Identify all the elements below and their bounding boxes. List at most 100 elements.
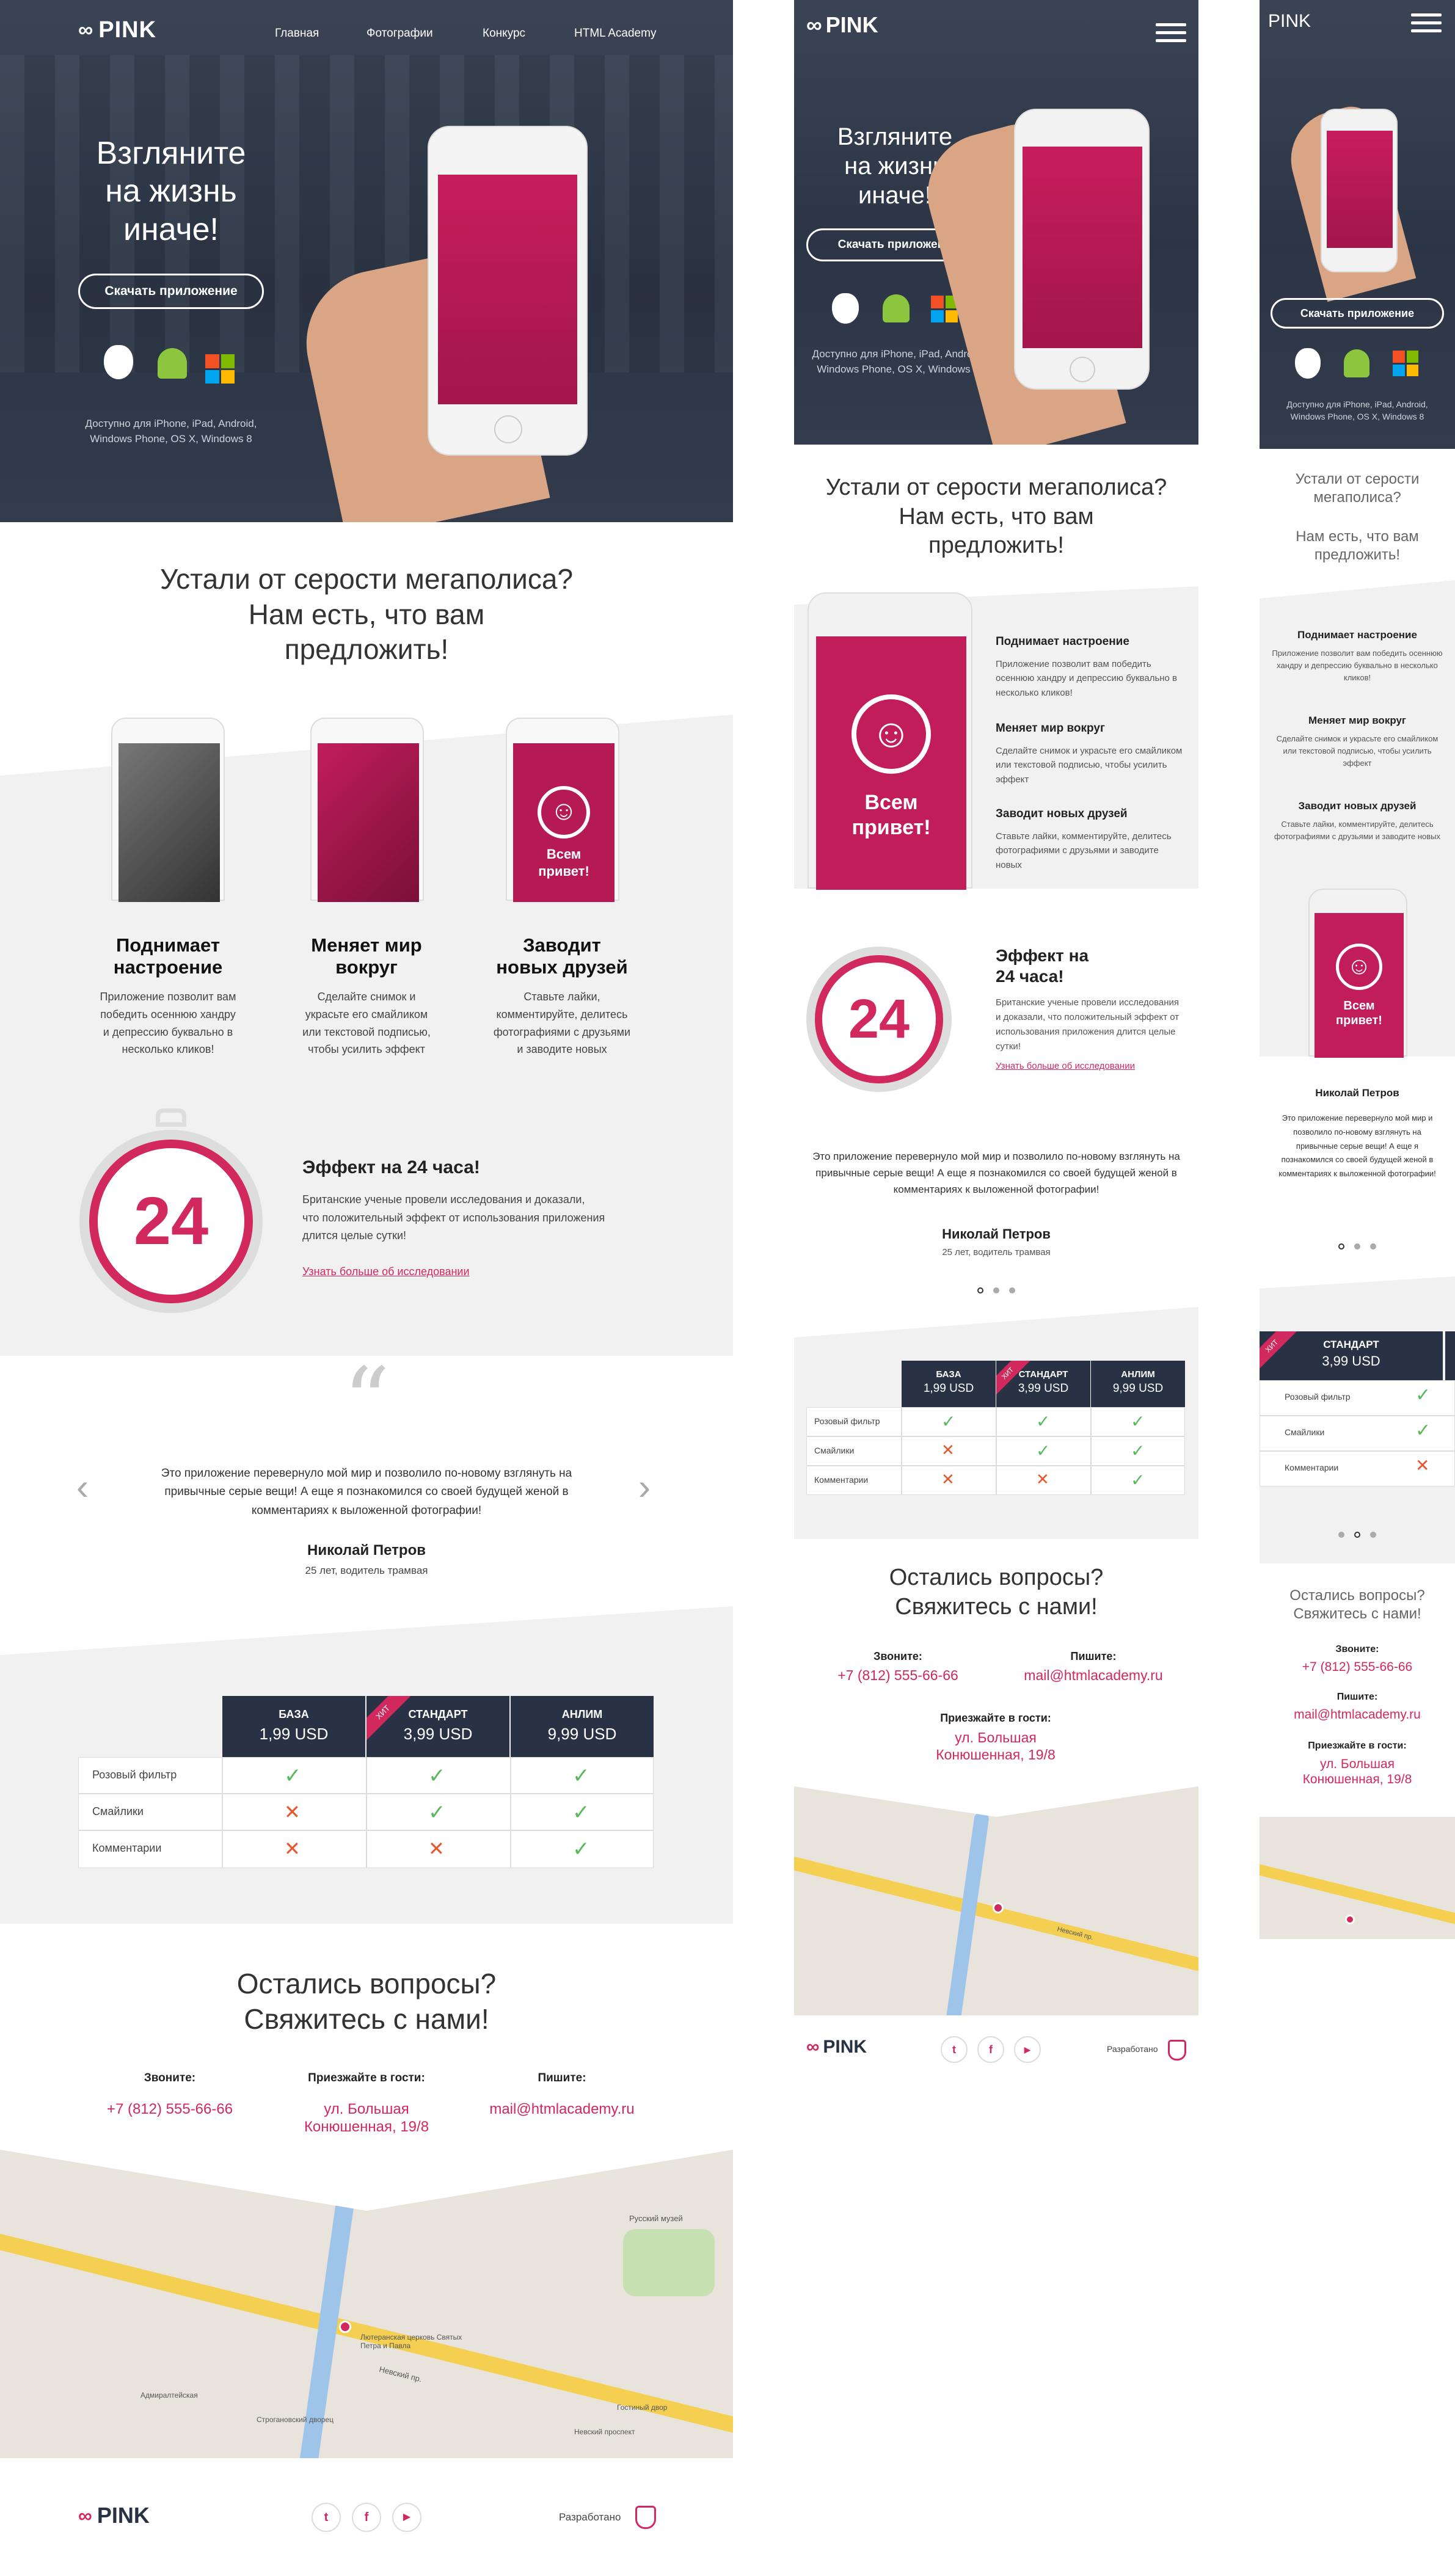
menu-icon[interactable] — [1156, 23, 1186, 47]
tablet-research-link[interactable]: Узнать больше об исследовании — [996, 1061, 1135, 1071]
tablet-feature-3: Заводит новых друзей Ставьте лайки, комм… — [996, 807, 1185, 872]
tablet-intro-title: Устали от серости мегаполиса? Нам есть, … — [794, 473, 1198, 561]
twitter-icon[interactable]: t — [312, 2503, 341, 2532]
twitter-icon[interactable]: t — [941, 2036, 968, 2063]
facebook-icon[interactable]: f — [352, 2503, 381, 2532]
feature-title-line: Заводит — [523, 934, 601, 956]
review-prev-button[interactable]: ‹ — [76, 1469, 89, 1505]
greeting-line: Всем — [864, 791, 918, 814]
footer-logo-text: PINK — [823, 2037, 867, 2057]
hero-title-line: Взгляните — [837, 123, 953, 150]
mobile-write-label: Пишите: — [1336, 1692, 1378, 1702]
check-icon: ✓ — [1036, 1441, 1051, 1460]
table-cell: ✓ — [366, 1757, 511, 1794]
intro-title-line: предложить! — [928, 533, 1064, 558]
review-text-part: Это приложение перевернуло мой мир и поз… — [812, 1151, 1180, 1162]
table-cell: ✕ — [366, 1830, 511, 1868]
tablet-email-link[interactable]: mail@htmlacademy.ru — [1008, 1667, 1179, 1684]
facebook-icon[interactable]: f — [977, 2036, 1004, 2063]
greeting-line: Всем — [1343, 999, 1375, 1013]
address-line: Конюшенная, 19/8 — [936, 1746, 1056, 1763]
mobile-slider-dots[interactable] — [1260, 1242, 1455, 1253]
menu-icon[interactable] — [1411, 13, 1442, 37]
feature-title-part: новых друзей — [1344, 800, 1417, 812]
platforms-note-line: Windows Phone, OS X, Windows 8 — [90, 432, 252, 445]
feature-title-part: настроение — [1062, 635, 1129, 648]
check-icon: ✓ — [1131, 1412, 1145, 1431]
academy-icon[interactable] — [1168, 2040, 1186, 2061]
tablet-hero-phone — [1014, 109, 1150, 390]
hero: ∞ PINK Главная Фотографии Конкурс HTML A… — [0, 0, 733, 522]
mobile-contacts-title: Остались вопросы? Свяжитесь с нами! — [1260, 1587, 1455, 1623]
effect-text-line: длится целые сутки! — [302, 1229, 406, 1242]
tablet-layout: ∞ PINK Взгляните на жизнь иначе! Скачать … — [794, 0, 1198, 2076]
nav-link-photos[interactable]: Фотографии — [366, 27, 433, 40]
review-text-part: комментариях к выложенной фотографии! — [893, 1184, 1099, 1196]
plan-name: АНЛИМ — [561, 1708, 603, 1720]
feature-text-part: украсьте его смайликом — [1080, 746, 1183, 756]
table-row-label: Розовый фильтр — [806, 1407, 902, 1436]
phone-link[interactable]: +7 (812) 555-66-66 — [92, 2101, 248, 2118]
feature-text: Сделайте снимок и украсьте его смайликом… — [1272, 733, 1443, 770]
academy-icon[interactable] — [635, 2506, 656, 2529]
research-link[interactable]: Узнать больше об исследовании — [302, 1265, 470, 1278]
tablet-contacts-title: Остались вопросы? Свяжитесь с нами! — [794, 1563, 1198, 1621]
slider-dots[interactable] — [794, 1286, 1198, 1297]
tablet-phone-link[interactable]: +7 (812) 555-66-66 — [825, 1667, 971, 1684]
platforms-note-line: Windows Phone, OS X, Windows 8 — [817, 363, 979, 375]
feature-text-part: Ставьте лайки, — [996, 831, 1060, 842]
tablet-logo[interactable]: ∞ PINK — [806, 12, 878, 38]
map-label: Адмиралтейская — [140, 2391, 198, 2400]
feature-text-world: Сделайте снимок и украсьте его смайликом… — [284, 988, 449, 1058]
contacts-title-line: Свяжитесь с нами! — [1293, 1606, 1421, 1622]
greeting-line: привет! — [1336, 1014, 1382, 1027]
table-row-label: Смайлики — [78, 1794, 222, 1830]
mobile-phone-link[interactable]: +7 (812) 555-66-66 — [1260, 1660, 1455, 1675]
mobile-email-link[interactable]: mail@htmlacademy.ru — [1260, 1708, 1455, 1722]
nav-link-contest[interactable]: Конкурс — [483, 27, 525, 40]
smiley-icon: ☺ — [851, 694, 931, 774]
feature-text-line: фотографиями с друзьями — [493, 1025, 631, 1038]
effect-text-line: что положительный эффект от использовани… — [302, 1211, 605, 1224]
logo[interactable]: ∞ PINK — [78, 17, 156, 43]
mobile-pricing-dots[interactable] — [1260, 1530, 1455, 1541]
table-row: Комментарии ✕ — [1260, 1451, 1455, 1486]
feature-text-part: украсьте его смайликом — [1349, 734, 1439, 743]
table-cell: ✓ — [1091, 1466, 1185, 1495]
map[interactable]: Невский пр. Русский музей Лютеранская це… — [0, 2150, 733, 2458]
plan-header-base: БАЗА 1,99 USD — [222, 1696, 365, 1757]
effect-text: Британские ученые провели исследования и… — [302, 1191, 605, 1245]
address-line: ул. Большая — [1319, 1757, 1395, 1771]
mobile-map[interactable] — [1260, 1817, 1455, 1939]
visit-label: Приезжайте в гости: — [308, 2072, 425, 2084]
youtube-icon[interactable]: ▶ — [1014, 2036, 1041, 2063]
plan-header-standard: ХИТ СТАНДАРТ 3,99 USD — [366, 1696, 509, 1757]
platforms-note-line: Доступно для iPhone, iPad, Android, — [812, 348, 984, 360]
review-text-line: привычные серые вещи! А еще я познакомил… — [164, 1485, 569, 1499]
nav-link-academy[interactable]: HTML Academy — [574, 27, 656, 40]
feature-title-line: новых друзей — [496, 956, 628, 978]
platforms-note: Доступно для iPhone, iPad, Android, Wind… — [61, 417, 281, 446]
mobile-layout: PINK Скачать приложение Доступно для iPh… — [1260, 0, 1455, 1942]
email-link[interactable]: mail@htmlacademy.ru — [476, 2101, 647, 2118]
smiley-icon: ☺ — [1336, 944, 1382, 990]
feature-text-part: несколько кликов! — [996, 687, 1073, 698]
feature-title-world: Меняет мир вокруг — [284, 934, 449, 978]
download-app-button[interactable]: Скачать приложение — [78, 274, 264, 309]
nav-link-home[interactable]: Главная — [275, 27, 319, 40]
feature-text-part: Сделайте снимок и — [1276, 734, 1347, 743]
youtube-icon[interactable]: ▶ — [392, 2503, 421, 2532]
footer-logo[interactable]: ∞ PINK — [78, 2503, 150, 2528]
map-pin-icon — [993, 1902, 1004, 1913]
feature-phone-3-screen: ☺ Всем привет! — [513, 743, 614, 902]
feature-text-part: комментируйте, делитесь — [1062, 831, 1172, 842]
feature-text-line: Сделайте снимок и — [317, 991, 416, 1003]
feature-title-line: Меняет мир — [311, 934, 422, 956]
feature-phone-1-screen — [119, 743, 220, 902]
feature-title-line: вокруг — [335, 956, 398, 978]
mobile-download-button[interactable]: Скачать приложение — [1271, 298, 1444, 329]
review-text: Это приложение перевернуло мой мир и поз… — [92, 1464, 641, 1520]
tablet-map[interactable]: Невский пр. — [794, 1786, 1198, 2015]
mobile-logo[interactable]: PINK — [1268, 11, 1311, 32]
tablet-footer-logo[interactable]: ∞ PINK — [806, 2037, 867, 2058]
